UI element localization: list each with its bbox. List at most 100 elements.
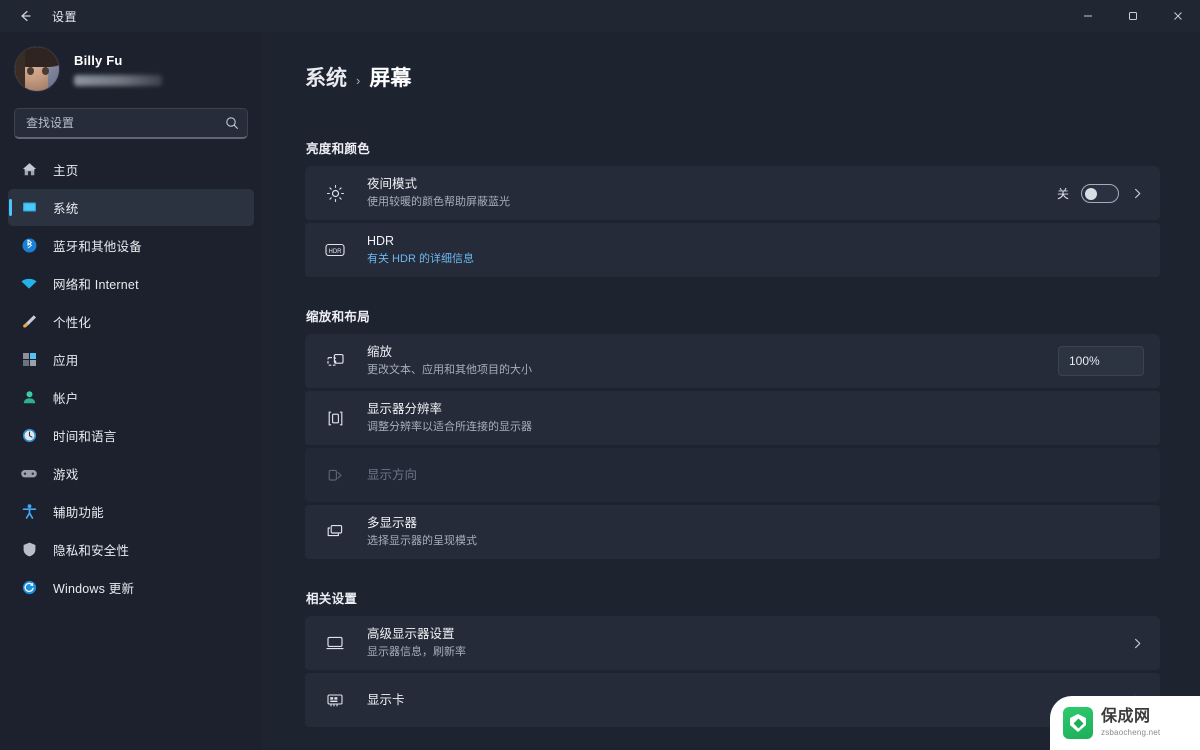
row-title: 显示卡 xyxy=(367,692,405,707)
sidebar: Billy Fu 查找设置 主页 系统 蓝牙和其他设备 网络和 Internet… xyxy=(0,32,262,750)
night-light-state-label: 关 xyxy=(1056,186,1069,201)
window-title: 设置 xyxy=(52,9,78,24)
breadcrumb: 系统 › 屏幕 xyxy=(305,62,1160,92)
sidebar-item-label: 时间和语言 xyxy=(53,430,117,444)
user-name: Billy Fu xyxy=(74,52,123,68)
breadcrumb-root[interactable]: 系统 xyxy=(305,62,347,92)
scale-value-dropdown[interactable]: 100% xyxy=(1058,346,1144,376)
watermark: 保成网 zsbaocheng.net xyxy=(1050,696,1200,750)
settings-window: 设置 Billy Fu 查找设置 主页 系统 蓝牙和其他设备 网络和 Inter… xyxy=(0,0,1200,750)
sidebar-item-label: 个性化 xyxy=(53,316,92,330)
section-title-scale-layout: 缩放和布局 xyxy=(306,310,371,324)
breadcrumb-separator-icon: › xyxy=(356,73,361,88)
sidebar-item-label: 帐户 xyxy=(53,392,79,406)
account-icon xyxy=(18,387,40,409)
search-container xyxy=(0,102,262,149)
row-display-orientation: 显示方向 xyxy=(305,448,1160,502)
row-advanced-display[interactable]: 高级显示器设置 显示器信息，刷新率 xyxy=(305,616,1160,670)
sidebar-item-home[interactable]: 主页 xyxy=(8,151,254,188)
scale-icon xyxy=(323,349,347,373)
svg-text:HDR: HDR xyxy=(329,249,343,255)
avatar xyxy=(14,46,60,92)
sidebar-item-label: 系统 xyxy=(53,202,79,216)
page-title: 屏幕 xyxy=(369,67,412,90)
close-button[interactable] xyxy=(1155,0,1200,32)
row-scale[interactable]: 缩放 更改文本、应用和其他项目的大小 100% xyxy=(305,334,1160,388)
sidebar-item-label: 蓝牙和其他设备 xyxy=(53,240,142,254)
row-multiple-displays[interactable]: 多显示器 选择显示器的呈现模式 xyxy=(305,505,1160,559)
row-subtitle: 选择显示器的呈现模式 xyxy=(367,535,477,548)
section-title-related-settings: 相关设置 xyxy=(306,592,358,606)
row-subtitle: 更改文本、应用和其他项目的大小 xyxy=(367,364,532,377)
accessibility-icon xyxy=(18,501,40,523)
sidebar-nav: 主页 系统 蓝牙和其他设备 网络和 Internet 个性化 应用 帐户 时间和… xyxy=(0,149,262,606)
back-button[interactable] xyxy=(6,1,44,31)
update-icon xyxy=(18,577,40,599)
sidebar-item-label: 主页 xyxy=(53,164,79,178)
hdr-badge-icon: HDR xyxy=(323,238,347,262)
sidebar-item-label: Windows 更新 xyxy=(53,582,135,596)
title-bar: 设置 xyxy=(0,0,1200,32)
row-title: 多显示器 xyxy=(367,516,418,531)
sidebar-item-label: 游戏 xyxy=(53,468,79,482)
row-night-light[interactable]: 夜间模式 使用较暖的颜色帮助屏蔽蓝光 关 xyxy=(305,166,1160,220)
row-subtitle: 显示器信息，刷新率 xyxy=(367,646,466,659)
section-brightness-color: 夜间模式 使用较暖的颜色帮助屏蔽蓝光 关 HDR HDR 有关 HDR 的详细信… xyxy=(305,166,1160,280)
sidebar-item-label: 辅助功能 xyxy=(53,506,104,520)
maximize-icon xyxy=(1128,12,1137,20)
row-display-resolution[interactable]: 显示器分辨率 调整分辨率以适合所连接的显示器 xyxy=(305,391,1160,445)
graphics-card-icon xyxy=(323,688,347,712)
watermark-url: zsbaocheng.net xyxy=(1101,728,1161,737)
sidebar-item-system[interactable]: 系统 xyxy=(8,189,254,226)
back-arrow-icon xyxy=(21,10,31,22)
search-input[interactable] xyxy=(26,116,225,130)
sidebar-item-label: 应用 xyxy=(53,354,79,368)
sidebar-item-time-language[interactable]: 时间和语言 xyxy=(8,417,254,454)
row-subtitle: 使用较暖的颜色帮助屏蔽蓝光 xyxy=(367,196,510,209)
section-scale-layout: 缩放 更改文本、应用和其他项目的大小 100% 显示器分辨率 调整分辨率以适合所… xyxy=(305,334,1160,562)
row-subtitle: 调整分辨率以适合所连接的显示器 xyxy=(367,421,532,434)
sidebar-item-network[interactable]: 网络和 Internet xyxy=(8,265,254,302)
row-title: 显示器分辨率 xyxy=(367,402,443,417)
close-icon xyxy=(1173,12,1182,20)
watermark-logo-icon xyxy=(1063,707,1093,739)
clock-icon xyxy=(18,425,40,447)
row-graphics[interactable]: 显示卡 xyxy=(305,673,1160,727)
chevron-right-icon[interactable] xyxy=(1131,187,1144,200)
home-icon xyxy=(18,159,40,181)
row-hdr[interactable]: HDR HDR 有关 HDR 的详细信息 xyxy=(305,223,1160,277)
row-title: 夜间模式 xyxy=(367,177,418,192)
search-icon xyxy=(225,116,239,130)
watermark-name: 保成网 xyxy=(1101,708,1151,725)
sidebar-item-personalization[interactable]: 个性化 xyxy=(8,303,254,340)
system-monitor-icon xyxy=(18,197,40,219)
bluetooth-icon xyxy=(18,235,40,257)
orientation-icon xyxy=(323,463,347,487)
sidebar-item-apps[interactable]: 应用 xyxy=(8,341,254,378)
sidebar-item-bluetooth[interactable]: 蓝牙和其他设备 xyxy=(8,227,254,264)
monitor-icon xyxy=(323,631,347,655)
sidebar-item-windows-update[interactable]: Windows 更新 xyxy=(8,569,254,606)
maximize-button[interactable] xyxy=(1110,0,1155,32)
minimize-button[interactable] xyxy=(1065,0,1110,32)
row-title: 显示方向 xyxy=(367,467,418,482)
row-subtitle-link[interactable]: 有关 HDR 的详细信息 xyxy=(367,252,1144,267)
sidebar-item-privacy-security[interactable]: 隐私和安全性 xyxy=(8,531,254,568)
window-body: Billy Fu 查找设置 主页 系统 蓝牙和其他设备 网络和 Internet… xyxy=(0,32,1200,750)
search-box[interactable] xyxy=(14,108,248,139)
user-profile[interactable]: Billy Fu xyxy=(0,36,262,102)
row-title: HDR xyxy=(367,234,395,249)
minimize-icon xyxy=(1083,15,1092,17)
sidebar-item-gaming[interactable]: 游戏 xyxy=(8,455,254,492)
row-title: 缩放 xyxy=(367,345,393,360)
sidebar-item-accounts[interactable]: 帐户 xyxy=(8,379,254,416)
apps-icon xyxy=(18,349,40,371)
user-email-blurred xyxy=(74,74,162,86)
multi-display-icon xyxy=(323,520,347,544)
sidebar-item-accessibility[interactable]: 辅助功能 xyxy=(8,493,254,530)
night-light-toggle[interactable] xyxy=(1081,183,1119,203)
wifi-icon xyxy=(18,273,40,295)
chevron-right-icon[interactable] xyxy=(1131,637,1144,650)
section-related-settings: 高级显示器设置 显示器信息，刷新率 显示卡 xyxy=(305,616,1160,730)
row-title: 高级显示器设置 xyxy=(367,627,455,642)
